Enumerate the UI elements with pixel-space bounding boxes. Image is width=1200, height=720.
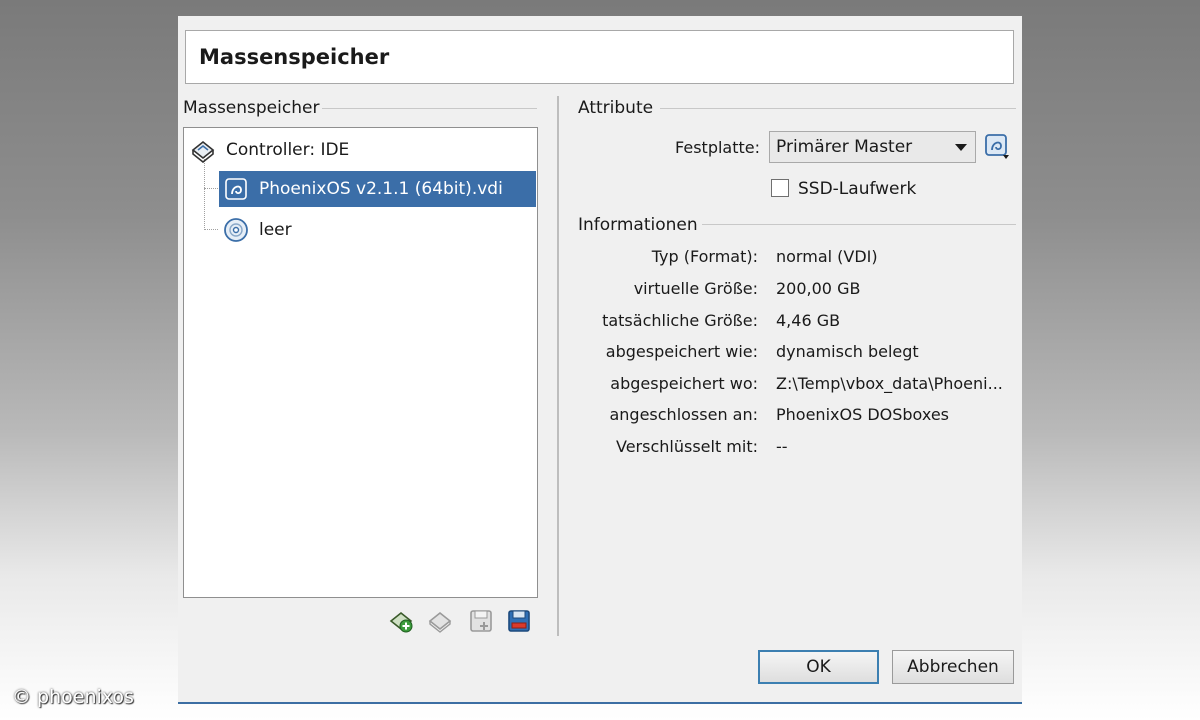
harddisk-label: Festplatte: (675, 138, 760, 157)
harddisk-slot-value: Primärer Master (776, 137, 913, 157)
storage-settings-dialog: Massenspeicher Massenspeicher Controller… (178, 16, 1022, 704)
info-value-actual-size: 4,46 GB (776, 311, 841, 330)
tree-item-controller-ide[interactable]: Controller: IDE (190, 132, 530, 168)
hard-disk-icon (223, 176, 249, 202)
storage-group-divider (322, 108, 537, 109)
tree-item-phoenixos-vdi[interactable]: PhoenixOS v2.1.1 (64bit).vdi (219, 171, 536, 207)
ssd-label: SSD-Laufwerk (798, 179, 917, 199)
storage-tree[interactable]: Controller: IDE PhoenixOS v2.1.1 (64bit)… (183, 127, 538, 598)
info-label-storage-type: abgespeichert wie: (605, 342, 758, 361)
remove-attachment-button[interactable] (506, 608, 532, 634)
info-value-type: normal (VDI) (776, 247, 878, 266)
tree-connector (204, 188, 218, 189)
tree-connector (204, 229, 218, 230)
attributes-group-divider (660, 108, 1016, 109)
panel-separator (557, 96, 559, 636)
info-label-location: abgespeichert wo: (610, 374, 758, 393)
info-value-encryption: -- (776, 437, 788, 456)
info-value-virtual-size: 200,00 GB (776, 279, 861, 298)
copyright-watermark: © phoenixos (12, 686, 134, 708)
storage-group-label: Massenspeicher (183, 98, 320, 118)
page-title-box: Massenspeicher (185, 30, 1014, 84)
info-label-virtual-size: virtuelle Größe: (633, 279, 758, 298)
optical-disc-icon (223, 217, 249, 243)
tree-item-empty-optical[interactable]: leer (219, 212, 529, 248)
add-attachment-button[interactable] (468, 608, 494, 634)
hard-disk-choose-icon (985, 134, 1009, 159)
info-label-type: Typ (Format): (651, 247, 758, 266)
info-value-location: Z:\Temp\vbox_data\Phoeni... (776, 374, 1003, 393)
info-value-attached-to: PhoenixOS DOSboxes (776, 405, 949, 424)
info-label-actual-size: tatsächliche Größe: (602, 311, 758, 330)
information-group-divider (702, 224, 1016, 225)
controller-label: Controller: IDE (226, 140, 350, 160)
tree-item-label: leer (259, 220, 292, 240)
add-attachment-icon (470, 610, 492, 632)
ssd-checkbox[interactable] (771, 179, 789, 197)
attributes-group-label: Attribute (578, 98, 654, 118)
tree-item-label: PhoenixOS v2.1.1 (64bit).vdi (259, 179, 503, 199)
harddisk-slot-select[interactable]: Primärer Master (769, 131, 976, 163)
ok-button[interactable]: OK (758, 650, 879, 684)
information-group-label: Informationen (578, 215, 698, 235)
info-label-encryption: Verschlüsselt mit: (616, 437, 758, 456)
info-label-attached-to: angeschlossen an: (609, 405, 758, 424)
chevron-down-icon (955, 144, 967, 151)
info-value-storage-type: dynamisch belegt (776, 342, 919, 361)
remove-controller-icon (428, 611, 452, 633)
page-title: Massenspeicher (199, 45, 390, 69)
add-controller-button[interactable] (389, 608, 415, 634)
ide-controller-icon (190, 137, 216, 164)
remove-controller-button[interactable] (428, 608, 454, 634)
cancel-button[interactable]: Abbrechen (892, 650, 1014, 684)
add-controller-icon (389, 611, 413, 633)
choose-disk-button[interactable] (984, 133, 1012, 161)
remove-attachment-icon (508, 610, 530, 632)
